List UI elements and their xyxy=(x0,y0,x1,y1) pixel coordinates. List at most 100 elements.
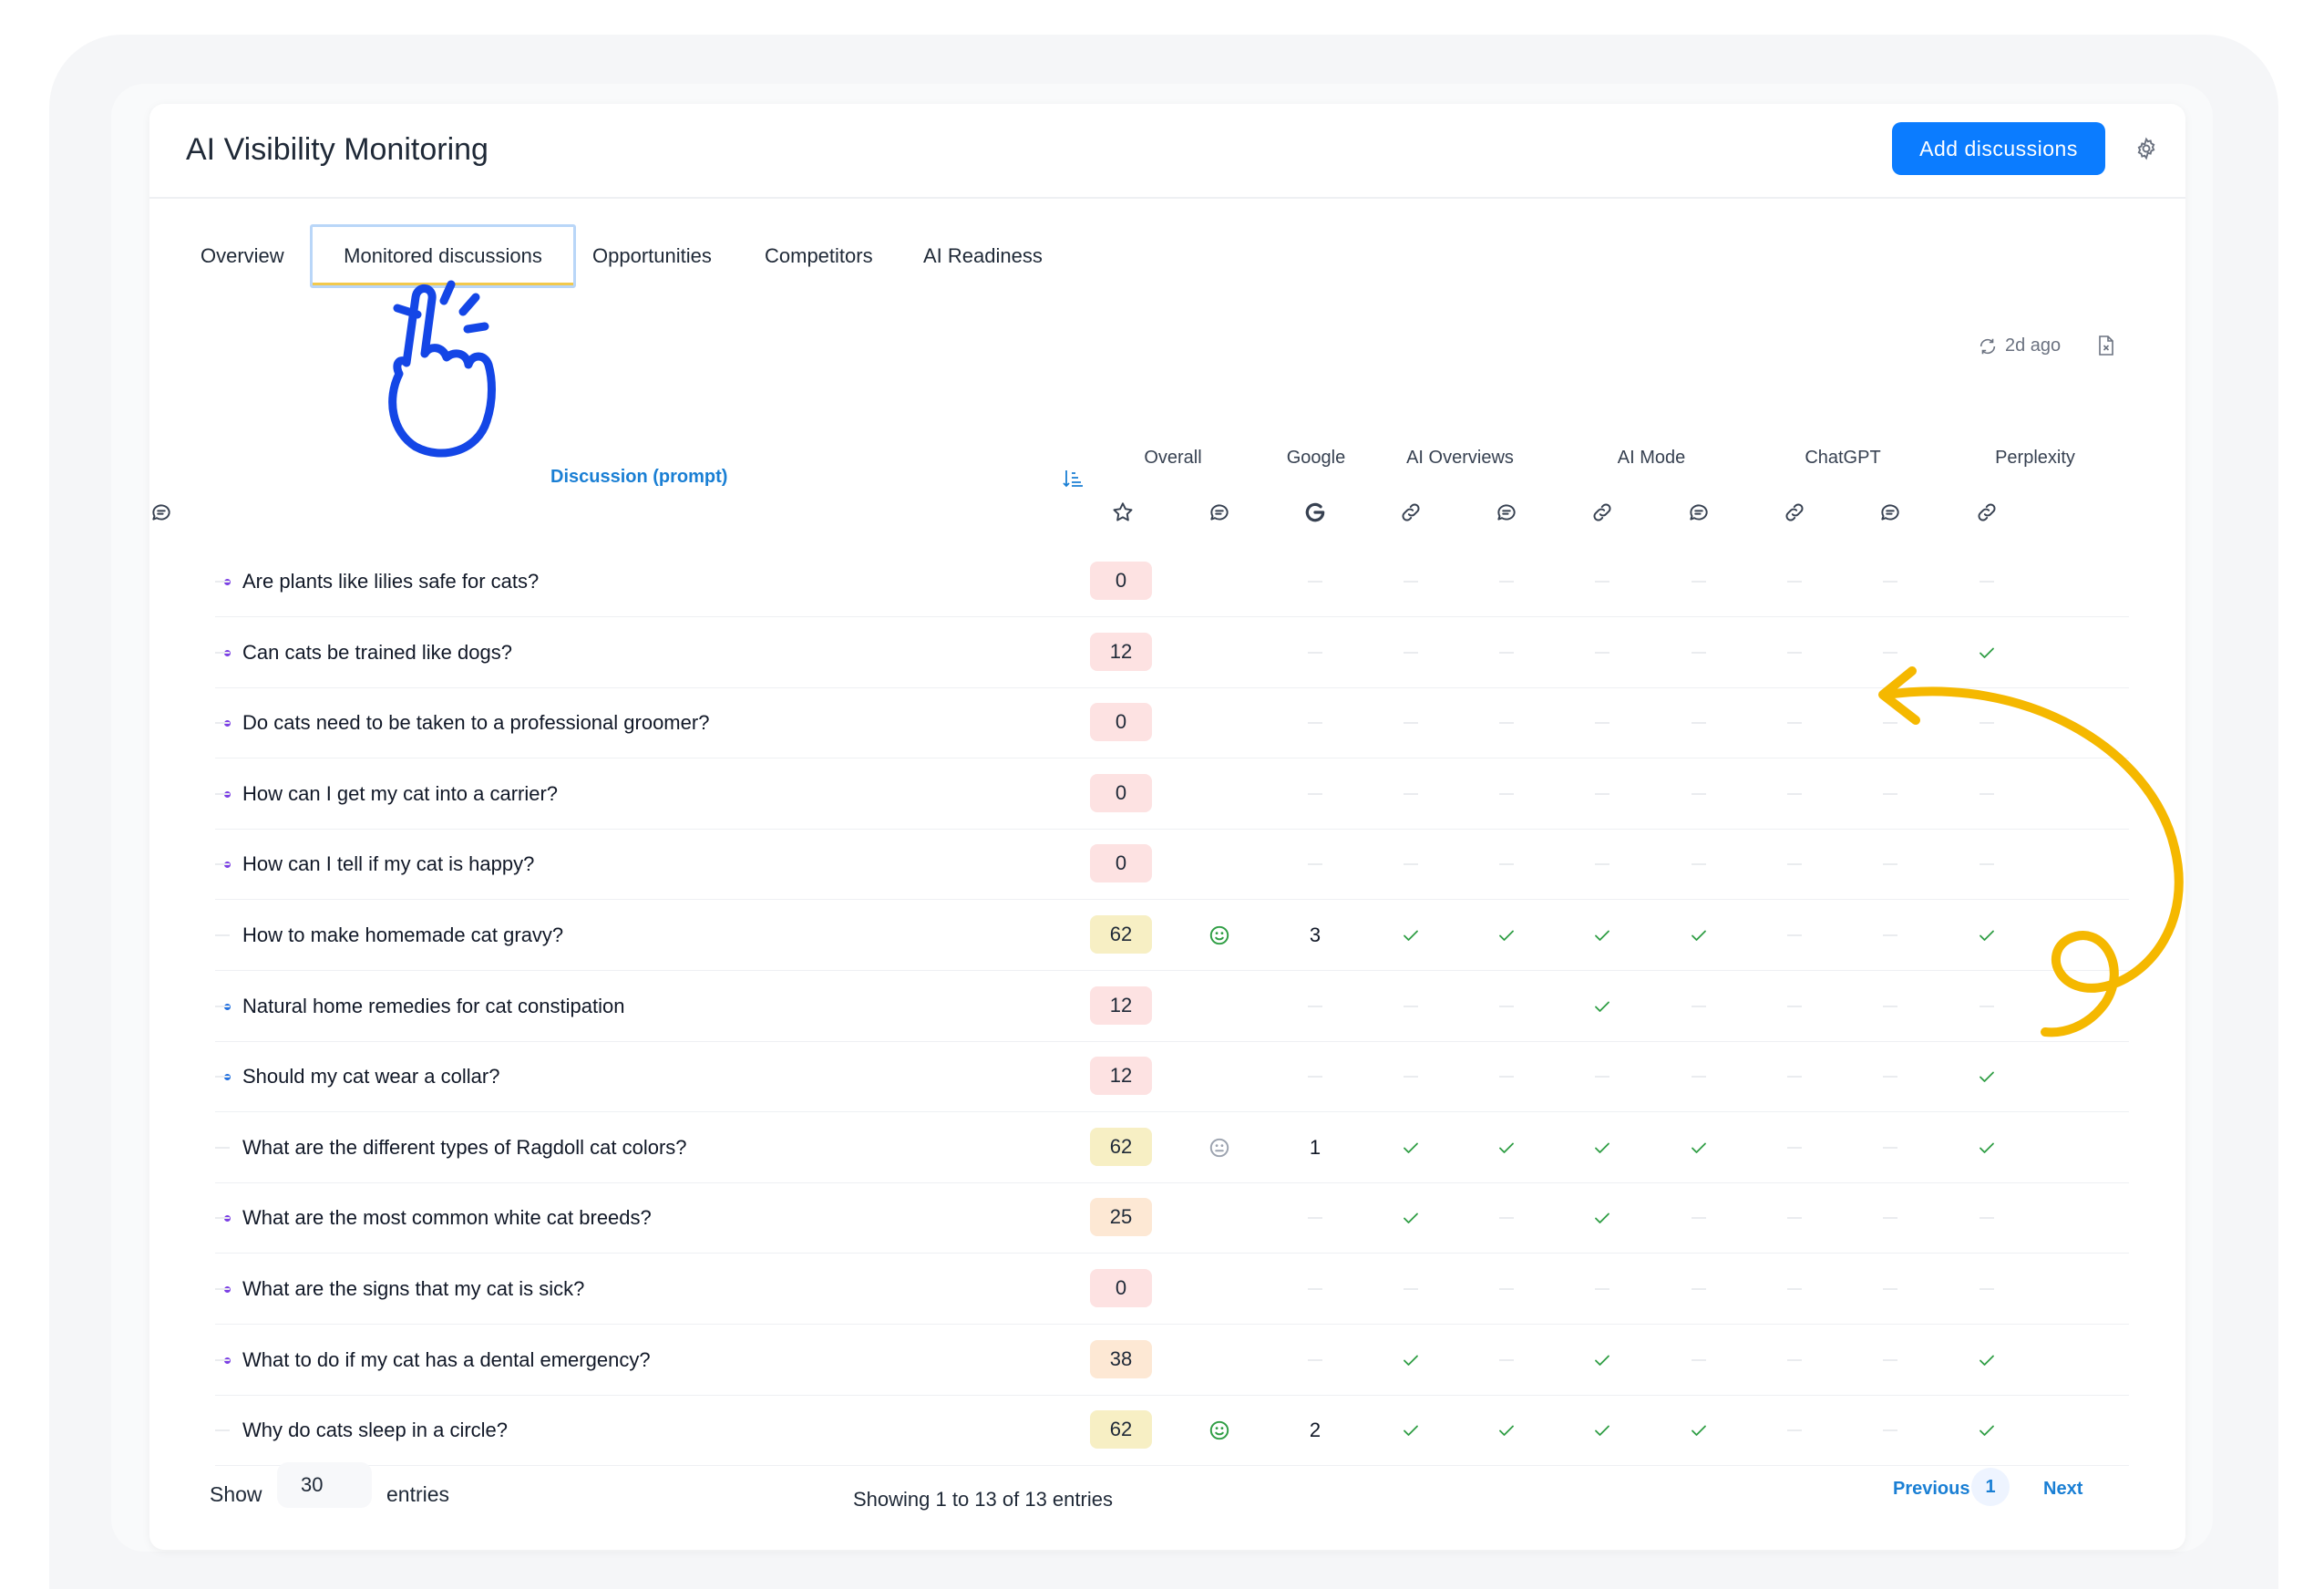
tab-overview[interactable]: Overview xyxy=(201,224,284,288)
tab-opportunities[interactable]: Opportunities xyxy=(592,224,712,288)
empty-cell-dash xyxy=(1883,1146,1897,1149)
table-row[interactable]: Should my cat wear a collar? 12 xyxy=(215,1042,2129,1113)
empty-cell-dash xyxy=(1595,1288,1609,1290)
prompt-text[interactable]: How can I tell if my cat is happy? xyxy=(242,830,534,899)
current-page-button[interactable]: 1 xyxy=(1971,1468,2010,1506)
overall-score-badge: 38 xyxy=(1090,1339,1152,1378)
empty-cell-dash xyxy=(1692,1217,1706,1220)
table-row[interactable]: Why do cats sleep in a circle? 62 2 xyxy=(215,1396,2129,1467)
empty-cell-dash xyxy=(1404,651,1418,654)
empty-cell-dash xyxy=(1787,1429,1802,1432)
check-icon xyxy=(1404,1212,1418,1224)
check-icon xyxy=(1980,1142,1994,1153)
check-icon xyxy=(1595,1425,1609,1437)
link-icon xyxy=(1593,503,1611,521)
prompt-text[interactable]: Can cats be trained like dogs? xyxy=(242,618,512,687)
smile-icon xyxy=(1209,1421,1229,1440)
empty-cell-dash xyxy=(1692,1076,1706,1078)
gear-icon[interactable] xyxy=(2134,137,2158,160)
neutral-face-icon xyxy=(1209,1138,1229,1157)
prompt-text[interactable]: Are plants like lilies safe for cats? xyxy=(242,547,539,616)
empty-cell-dash xyxy=(1883,1076,1897,1078)
link-icon xyxy=(1402,503,1420,521)
table-row[interactable]: What are the most common white cat breed… xyxy=(215,1183,2129,1254)
column-header-perplexity[interactable]: Perplexity xyxy=(1944,447,2126,469)
sync-status[interactable]: 2d ago xyxy=(1978,335,2061,356)
empty-cell-dash xyxy=(1692,1288,1706,1290)
table-row[interactable]: What are the different types of Ragdoll … xyxy=(215,1113,2129,1183)
empty-cell-dash xyxy=(215,934,230,936)
previous-page-link[interactable]: Previous xyxy=(1893,1479,1969,1500)
empty-cell-dash xyxy=(1499,1358,1514,1361)
empty-cell-dash xyxy=(1980,792,1994,795)
prompt-text[interactable]: Why do cats sleep in a circle? xyxy=(242,1396,508,1465)
check-icon xyxy=(1980,1071,1994,1083)
empty-cell-dash xyxy=(1692,1005,1706,1007)
table-row[interactable]: Natural home remedies for cat constipati… xyxy=(215,972,2129,1042)
check-icon xyxy=(1404,1142,1418,1153)
empty-cell-dash xyxy=(1692,1358,1706,1361)
empty-cell-dash xyxy=(1308,1358,1322,1361)
empty-cell-dash xyxy=(1980,722,1994,725)
tab-ai-readiness[interactable]: AI Readiness xyxy=(923,224,1043,288)
add-discussions-button[interactable]: Add discussions xyxy=(1892,122,2105,175)
check-icon xyxy=(1980,1355,1994,1366)
refresh-icon xyxy=(1980,338,1996,354)
table-row[interactable]: What to do if my cat has a dental emerge… xyxy=(215,1326,2129,1396)
prompt-text[interactable]: What are the most common white cat breed… xyxy=(242,1183,652,1253)
prompt-text[interactable]: Should my cat wear a collar? xyxy=(242,1042,499,1111)
empty-cell-dash xyxy=(1308,1076,1322,1078)
empty-cell-dash xyxy=(215,792,230,795)
empty-cell-dash xyxy=(1308,1005,1322,1007)
discussion-column-header[interactable]: Discussion (prompt) xyxy=(550,467,727,488)
overall-score-badge: 25 xyxy=(1090,1198,1152,1237)
prompt-text[interactable]: Do cats need to be taken to a profession… xyxy=(242,688,709,758)
table-row[interactable]: Are plants like lilies safe for cats? 0 xyxy=(215,547,2129,617)
sort-icon[interactable] xyxy=(1063,469,1085,489)
check-icon xyxy=(1404,1425,1418,1437)
prompt-text[interactable]: What are the different types of Ragdoll … xyxy=(242,1113,687,1182)
prompt-text[interactable]: How to make homemade cat gravy? xyxy=(242,901,563,970)
column-header-ai-overviews[interactable]: AI Overviews xyxy=(1369,447,1551,469)
empty-cell-dash xyxy=(1692,722,1706,725)
empty-cell-dash xyxy=(1595,651,1609,654)
prompt-text[interactable]: What are the signs that my cat is sick? xyxy=(242,1254,584,1324)
google-rank: 3 xyxy=(1309,923,1321,946)
empty-cell-dash xyxy=(1595,792,1609,795)
entries-per-page-input[interactable] xyxy=(277,1462,372,1508)
empty-cell-dash xyxy=(1787,581,1802,583)
table-row[interactable]: What are the signs that my cat is sick? 0 xyxy=(215,1254,2129,1325)
table-row[interactable]: How can I get my cat into a carrier? 0 xyxy=(215,759,2129,830)
empty-cell-dash xyxy=(1787,1288,1802,1290)
main-card: AI Visibility Monitoring Add discussions… xyxy=(149,104,2185,1550)
check-icon xyxy=(1404,930,1418,941)
check-icon xyxy=(1980,930,1994,941)
table-row[interactable]: How to make homemade cat gravy? 62 3 xyxy=(215,901,2129,971)
tab-competitors[interactable]: Competitors xyxy=(765,224,873,288)
overall-score-badge: 0 xyxy=(1090,1269,1152,1307)
next-page-link[interactable]: Next xyxy=(2043,1479,2082,1500)
check-icon xyxy=(1595,930,1609,941)
column-header-chatgpt[interactable]: ChatGPT xyxy=(1752,447,1934,469)
export-file-icon[interactable] xyxy=(2096,335,2116,356)
empty-cell-dash xyxy=(1499,651,1514,654)
empty-cell-dash xyxy=(1980,581,1994,583)
empty-cell-dash xyxy=(1787,1358,1802,1361)
overall-score-badge: 12 xyxy=(1090,1057,1152,1096)
chat-icon xyxy=(1881,504,1899,521)
prompt-text[interactable]: What to do if my cat has a dental emerge… xyxy=(242,1326,651,1395)
empty-cell-dash xyxy=(215,581,230,583)
empty-cell-dash xyxy=(1787,792,1802,795)
prompt-text[interactable]: How can I get my cat into a carrier? xyxy=(242,759,558,829)
empty-cell-dash xyxy=(1787,651,1802,654)
table-row[interactable]: Do cats need to be taken to a profession… xyxy=(215,688,2129,759)
empty-cell-dash xyxy=(1883,1288,1897,1290)
table-row[interactable]: How can I tell if my cat is happy? 0 xyxy=(215,830,2129,901)
prompt-text[interactable]: Natural home remedies for cat constipati… xyxy=(242,972,624,1041)
empty-cell-dash xyxy=(1692,792,1706,795)
link-icon xyxy=(1978,503,1996,521)
column-header-ai-mode[interactable]: AI Mode xyxy=(1560,447,1743,469)
tab-monitored-discussions[interactable]: Monitored discussions xyxy=(310,224,576,288)
table-row[interactable]: Can cats be trained like dogs? 12 xyxy=(215,618,2129,688)
check-icon xyxy=(1595,1142,1609,1153)
